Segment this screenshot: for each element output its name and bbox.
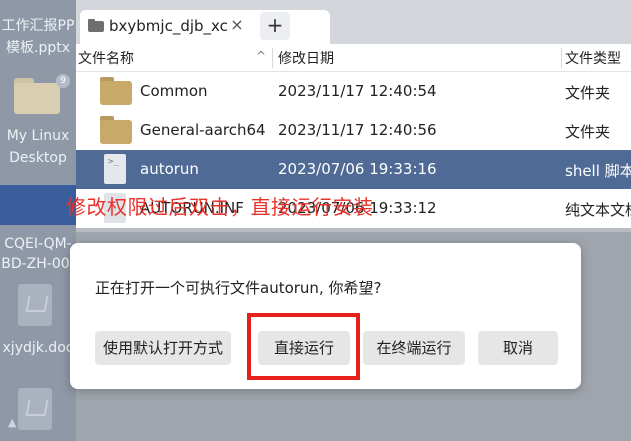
- sort-ascending-icon[interactable]: ^: [256, 49, 266, 63]
- badge-icon: 9: [56, 74, 70, 88]
- file-date: 2023/11/17 12:40:54: [278, 82, 437, 100]
- document-icon[interactable]: [18, 388, 52, 430]
- file-name: autorun: [140, 160, 199, 178]
- desktop-selected-item[interactable]: [0, 185, 76, 225]
- column-name[interactable]: 文件名称: [78, 48, 134, 68]
- close-tab-icon[interactable]: ×: [228, 16, 246, 34]
- column-header: 文件名称 ^ 修改日期 文件类型: [76, 44, 631, 72]
- folder-icon: [100, 77, 132, 105]
- file-row-selected[interactable]: >_ autorun 2023/07/06 19:33:16 shell 脚本: [76, 150, 631, 189]
- folder-icon: [100, 116, 132, 144]
- new-tab-button[interactable]: +: [260, 12, 290, 40]
- desktop-item-label: My Linux: [6, 128, 70, 144]
- tab-bar: bxybmjc_djb_xc × +: [76, 0, 631, 44]
- desktop-item-label: BD-ZH-00-: [1, 256, 75, 272]
- column-divider[interactable]: [272, 48, 273, 68]
- desktop-item-label: xjydjk.doc: [2, 340, 74, 356]
- cancel-button[interactable]: 取消: [478, 331, 558, 365]
- desktop-item-label: 模板.pptx: [6, 40, 70, 56]
- column-date[interactable]: 修改日期: [278, 48, 334, 68]
- highlight-box: [247, 313, 360, 380]
- desktop-folder-icon[interactable]: [14, 78, 60, 114]
- file-row[interactable]: General-aarch64 2023/11/17 12:40:56 文件夹: [76, 111, 631, 150]
- file-type: 纯文本文档: [565, 201, 631, 219]
- tab-title: bxybmjc_djb_xc: [109, 17, 228, 35]
- desktop-item-label: 工作汇报PP: [1, 18, 75, 34]
- folder-icon: [88, 19, 104, 32]
- desktop-item-label: Desktop: [9, 150, 67, 166]
- trash-icon[interactable]: ▲: [8, 416, 20, 429]
- file-name: Common: [140, 82, 208, 100]
- column-type[interactable]: 文件类型: [565, 48, 621, 68]
- file-date: 2023/07/06 19:33:16: [278, 160, 437, 178]
- file-type: 文件夹: [565, 84, 611, 102]
- desktop-item-label: CQEI-QM-: [4, 236, 72, 252]
- document-icon[interactable]: [18, 284, 52, 326]
- file-type: shell 脚本: [565, 162, 631, 180]
- desktop-area: 工作汇报PP 模板.pptx 9 My Linux Desktop CQEI-Q…: [0, 0, 76, 441]
- tab-current-folder[interactable]: bxybmjc_djb_xc: [80, 10, 330, 44]
- dialog-message: 正在打开一个可执行文件autorun, 你希望?: [95, 279, 382, 297]
- column-divider[interactable]: [561, 48, 562, 68]
- run-in-terminal-button[interactable]: 在终端运行: [363, 331, 465, 365]
- file-type: 文件夹: [565, 123, 611, 141]
- annotation-text: 修改权限过后双击，直接运行安装: [66, 195, 374, 219]
- file-row[interactable]: Common 2023/11/17 12:40:54 文件夹: [76, 72, 631, 111]
- script-file-icon: >_: [104, 154, 126, 184]
- file-name: General-aarch64: [140, 121, 266, 139]
- open-with-default-button[interactable]: 使用默认打开方式: [95, 331, 231, 365]
- file-date: 2023/11/17 12:40:56: [278, 121, 437, 139]
